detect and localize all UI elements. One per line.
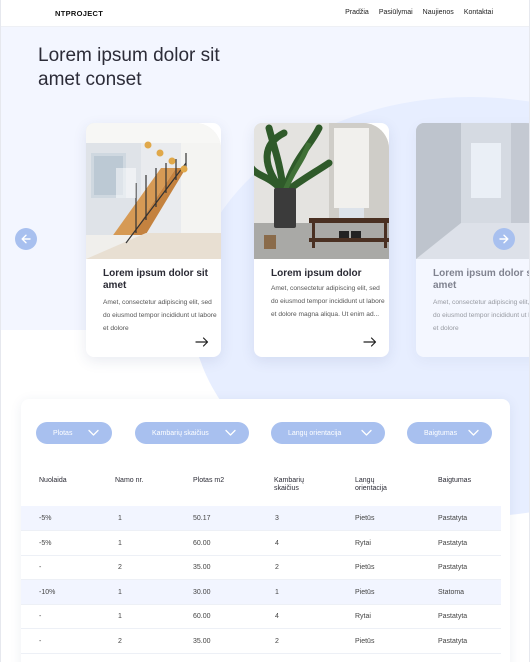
cell-langu-orientacija: Pietūs <box>355 564 375 572</box>
column-header-kambariu-skaicius[interactable]: Kambarių skaičius <box>274 477 318 493</box>
cell-namo-nr: 1 <box>118 613 122 621</box>
column-header-nuolaida[interactable]: Nuolaida <box>39 477 67 485</box>
card-description: Amet, consectetur adipiscing elit, sed d… <box>103 299 217 332</box>
card-description: Amet, consectetur adipiscing elit, sed d… <box>271 285 385 318</box>
filter-label: Baigtumas <box>424 429 458 437</box>
cell-namo-nr: 2 <box>118 638 122 645</box>
main-nav: Pradžia Pasiūlymai Naujienos Kontaktai <box>345 9 493 16</box>
arrow-right-icon[interactable] <box>195 337 209 347</box>
cell-langu-orientacija: Pietūs <box>355 638 375 645</box>
column-header-baigtumas[interactable]: Baigtumas <box>438 477 471 485</box>
nav-item-kontaktai[interactable]: Kontaktai <box>464 9 493 16</box>
cell-plotas: 35.00 <box>193 564 211 572</box>
table-row[interactable]: -5% 1 50.17 3 Pietūs Pastatyta <box>21 506 501 531</box>
card-title: Lorem ipsum dolor sit amet <box>433 268 530 291</box>
cell-nuolaida: -5% <box>39 515 52 522</box>
cell-nuolaida: - <box>39 564 42 572</box>
carousel-next-button[interactable] <box>493 228 515 250</box>
cell-plotas: 60.00 <box>193 539 211 547</box>
arrow-left-icon <box>21 234 31 244</box>
cell-baigtumas: Pastatyta <box>438 539 468 547</box>
column-header-langu-orientacija[interactable]: Langų orientacija <box>355 477 405 493</box>
table-row[interactable]: -10% 1 30.00 1 Pietūs Statoma <box>21 579 501 605</box>
cell-kambariu-skaicius: 2 <box>275 638 279 645</box>
chevron-down-icon <box>225 429 236 436</box>
nav-item-naujienos[interactable]: Naujienos <box>423 9 454 16</box>
filter-label: Langų orientacija <box>288 429 342 437</box>
plant-interior-photo <box>254 123 389 259</box>
chevron-down-icon <box>468 429 479 436</box>
cell-langu-orientacija: Pietūs <box>355 588 375 596</box>
table-row[interactable]: - 1 60.00 4 Rytai Pastatyta <box>21 604 501 630</box>
nav-item-pasiulymai[interactable]: Pasiūlymai <box>379 9 413 16</box>
cell-namo-nr: 1 <box>118 515 122 522</box>
hero-title: Lorem ipsum dolor sit amet conset <box>38 45 220 90</box>
card-description: Amet, consectetur adipiscing elit, sed d… <box>433 299 530 332</box>
cell-baigtumas: Pastatyta <box>438 515 468 522</box>
card-title: Lorem ipsum dolor <box>271 268 362 279</box>
cell-langu-orientacija: Rytai <box>355 539 371 547</box>
cell-plotas: 50.17 <box>193 515 211 522</box>
table-row[interactable]: - 2 35.00 2 Pietūs Pastatyta <box>21 629 501 654</box>
carousel-prev-button[interactable] <box>15 228 37 250</box>
cell-plotas: 35.00 <box>193 638 211 645</box>
cell-nuolaida: - <box>39 613 42 621</box>
cell-langu-orientacija: Rytai <box>355 613 371 621</box>
cell-kambariu-skaicius: 1 <box>275 588 279 596</box>
cell-baigtumas: Statoma <box>438 588 465 596</box>
cell-baigtumas: Pastatyta <box>438 638 468 645</box>
cell-nuolaida: - <box>39 638 42 645</box>
filter-baigtumas[interactable]: Baigtumas <box>407 422 492 444</box>
cell-kambariu-skaicius: 4 <box>275 539 279 547</box>
cell-nuolaida: -10% <box>39 588 56 596</box>
cell-namo-nr: 1 <box>118 588 122 596</box>
cell-kambariu-skaicius: 2 <box>275 564 279 572</box>
nav-item-pradzia[interactable]: Pradžia <box>345 9 369 16</box>
cell-namo-nr: 2 <box>118 564 122 572</box>
card-title: Lorem ipsum dolor sit amet <box>103 268 209 291</box>
arrow-right-icon[interactable] <box>363 337 377 347</box>
cell-baigtumas: Pastatyta <box>438 613 468 621</box>
page: NTPROJECT Pradžia Pasiūlymai Naujienos K… <box>0 0 530 662</box>
cell-kambariu-skaicius: 4 <box>275 613 279 621</box>
arrow-right-icon <box>499 234 509 244</box>
cell-nuolaida: -5% <box>39 539 52 547</box>
top-header: NTPROJECT Pradžia Pasiūlymai Naujienos K… <box>1 0 529 27</box>
chevron-down-icon <box>88 429 99 436</box>
table-row[interactable]: - 2 35.00 2 Pietūs Pastatyta <box>21 555 501 581</box>
filter-kambariu-skaicius[interactable]: Kambarių skaičius <box>135 422 249 444</box>
cell-langu-orientacija: Pietūs <box>355 515 375 522</box>
cell-plotas: 60.00 <box>193 613 211 621</box>
column-header-namo-nr[interactable]: Namo nr. <box>115 477 143 485</box>
cell-plotas: 30.00 <box>193 588 211 596</box>
cell-kambariu-skaicius: 3 <box>275 515 279 522</box>
table-row[interactable]: -5% 1 60.00 4 Rytai Pastatyta <box>21 531 501 556</box>
listing-card[interactable]: Lorem ipsum dolor sit amet Amet, consect… <box>86 123 221 357</box>
listing-card[interactable]: Lorem ipsum dolor Amet, consectetur adip… <box>254 123 389 357</box>
filter-langu-orientacija[interactable]: Langų orientacija <box>271 422 385 444</box>
chevron-down-icon <box>361 429 372 436</box>
staircase-photo <box>86 123 221 259</box>
filter-label: Kambarių skaičius <box>152 429 209 437</box>
cell-namo-nr: 1 <box>118 539 122 547</box>
cell-baigtumas: Pastatyta <box>438 564 468 572</box>
filter-label: Plotas <box>53 429 73 437</box>
column-header-plotas[interactable]: Plotas m2 <box>193 477 224 485</box>
listings-panel: Plotas Kambarių skaičius Langų orientaci… <box>21 399 510 662</box>
table-header: Nuolaida Namo nr. Plotas m2 Kambarių ska… <box>21 463 510 507</box>
filter-plotas[interactable]: Plotas <box>36 422 112 444</box>
logo[interactable]: NTPROJECT <box>55 9 103 18</box>
